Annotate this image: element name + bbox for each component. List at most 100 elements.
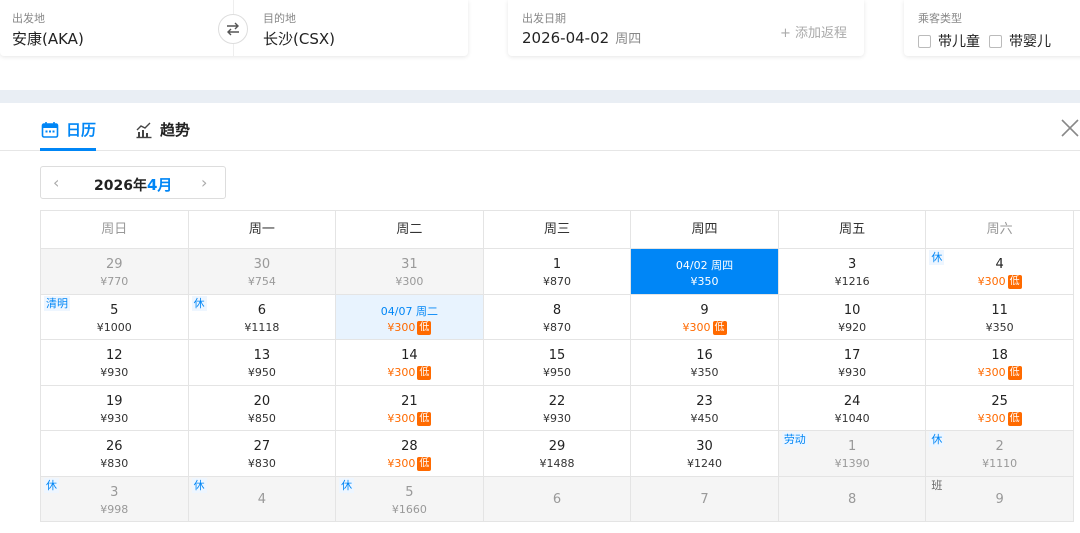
calendar-day[interactable]: 12 ¥930: [41, 340, 189, 386]
chevron-left-icon[interactable]: ‹: [53, 173, 59, 192]
calendar-day[interactable]: 29 ¥770: [41, 249, 189, 295]
calendar-week-row: 清明 5 ¥1000 休 6 ¥1118 04/07 周二 ¥300 低 8 ¥870 9 ¥300 低 1…: [41, 294, 1080, 340]
add-return-button[interactable]: + 添加返程: [780, 22, 847, 41]
day-price-row: ¥1240: [631, 457, 778, 470]
infant-checkbox[interactable]: 带婴儿: [989, 31, 1051, 51]
day-price: ¥300: [977, 411, 1006, 425]
calendar-day[interactable]: 10 ¥920: [778, 294, 927, 340]
tab-trend[interactable]: 趋势: [135, 119, 190, 140]
calendar-day[interactable]: 31 ¥300: [336, 249, 484, 295]
calendar-day[interactable]: 23 ¥450: [631, 385, 779, 431]
calendar-day[interactable]: 9 ¥300 低: [631, 294, 779, 340]
calendar-day[interactable]: 1 ¥870: [483, 249, 632, 295]
low-price-badge: 低: [417, 457, 432, 471]
calendar-day[interactable]: 25 ¥300 低: [926, 385, 1074, 431]
day-number: 19: [106, 393, 123, 409]
calendar-day[interactable]: 休 3 ¥998: [41, 476, 189, 522]
day-number: 04/02 周四: [675, 259, 734, 272]
calendar-day[interactable]: 清明 5 ¥1000: [41, 294, 189, 340]
calendar-day[interactable]: 19 ¥930: [41, 385, 189, 431]
calendar-day[interactable]: 18 ¥300 低: [926, 340, 1074, 386]
calendar-day[interactable]: 8 ¥870: [483, 294, 632, 340]
calendar-day[interactable]: 20 ¥850: [188, 385, 337, 431]
calendar-day[interactable]: 休 6 ¥1118: [188, 294, 337, 340]
close-icon[interactable]: [1060, 118, 1080, 138]
day-price: ¥920: [838, 320, 867, 334]
day-price: ¥830: [100, 457, 129, 470]
swap-button[interactable]: [218, 14, 248, 44]
day-price-row: ¥870: [484, 321, 631, 334]
day-price-row: ¥350: [926, 321, 1073, 334]
calendar-day[interactable]: 休4: [188, 476, 337, 522]
tab-trend-label: 趋势: [160, 121, 191, 139]
calendar-day-selected[interactable]: 04/02 周四 ¥350: [631, 249, 779, 295]
day-price-row: ¥350: [631, 366, 778, 379]
calendar-day[interactable]: 3 ¥1216: [778, 249, 927, 295]
calendar-day[interactable]: 16 ¥350: [631, 340, 779, 386]
calendar-day[interactable]: 21 ¥300 低: [336, 385, 484, 431]
calendar-day[interactable]: 04/07 周二 ¥300 低: [336, 294, 484, 340]
day-price: ¥998: [100, 502, 129, 516]
day-price-row: ¥770: [41, 275, 188, 288]
day-number: 1: [847, 439, 857, 454]
calendar-day[interactable]: 6: [483, 476, 632, 522]
origin-field[interactable]: 安康(AKA): [12, 28, 84, 49]
child-checkbox[interactable]: 带儿童: [918, 31, 980, 51]
calendar-day[interactable]: 22 ¥930: [483, 385, 632, 431]
weekday-mon: 周一: [188, 211, 337, 249]
calendar-day[interactable]: 7: [631, 476, 779, 522]
low-price-badge: 低: [1007, 275, 1022, 289]
day-price: ¥930: [542, 411, 571, 425]
day-number: 04/07 周二: [380, 304, 438, 318]
day-price-row: ¥300 低: [926, 366, 1073, 380]
calendar-day[interactable]: 14 ¥300 低: [336, 340, 484, 386]
day-number: 23: [696, 393, 713, 409]
route-card[interactable]: 出发地 安康(AKA) 目的地 长沙(CSX): [0, 0, 468, 56]
calendar-day[interactable]: 休 5 ¥1660: [336, 476, 484, 522]
child-label: 带儿童: [938, 34, 980, 50]
calendar-day[interactable]: 休 4 ¥300 低: [926, 249, 1074, 295]
day-price-row: ¥1118: [189, 321, 336, 334]
chevron-right-icon[interactable]: ›: [201, 173, 207, 192]
calendar-day[interactable]: 28 ¥300 低: [336, 431, 484, 477]
date-card[interactable]: 出发日期 2026-04-02 周四 + 添加返程: [508, 0, 864, 56]
day-number: 9: [995, 491, 1004, 507]
day-price-row: ¥930: [41, 366, 188, 379]
calendar-week-row: 19 ¥930 20 ¥850 21 ¥300 低 22 ¥930 23 ¥450 24 ¥1040 25…: [41, 385, 1080, 431]
day-price-row: ¥830: [189, 457, 336, 470]
calendar-day[interactable]: 8: [778, 476, 927, 522]
low-price-badge: 低: [712, 320, 727, 335]
calendar-day[interactable]: 24 ¥1040: [778, 385, 927, 431]
calendar-day[interactable]: 30 ¥754: [188, 249, 337, 295]
day-price: ¥930: [100, 411, 129, 425]
day-price: ¥1390: [834, 457, 870, 470]
calendar-day[interactable]: 15 ¥950: [483, 340, 632, 386]
calendar-week-row: 休 3 ¥998 休 4 休 5 ¥1660 6 7 8 班 9: [41, 476, 1080, 522]
calendar-day[interactable]: 30 ¥1240: [631, 431, 779, 477]
calendar-day[interactable]: 班9: [926, 476, 1074, 522]
day-price: ¥300: [387, 366, 416, 379]
swap-icon: [227, 22, 239, 36]
date-field[interactable]: 2026-04-02 周四: [522, 28, 641, 47]
calendar-day[interactable]: 13 ¥950: [188, 340, 337, 386]
calendar-day[interactable]: 休 2 ¥1110: [926, 431, 1074, 477]
day-price: ¥300: [977, 366, 1006, 379]
calendar-day[interactable]: 26 ¥830: [41, 431, 189, 477]
day-price-row: ¥870: [484, 275, 631, 288]
infant-label: 带婴儿: [1009, 34, 1051, 50]
tab-calendar[interactable]: 日历: [41, 119, 96, 140]
day-price: ¥1040: [834, 411, 870, 425]
day-price-row: ¥300: [336, 275, 483, 288]
calendar-day[interactable]: 11 ¥350: [926, 294, 1074, 340]
day-price-row: ¥1660: [336, 503, 483, 516]
calendar-day[interactable]: 27 ¥830: [188, 431, 337, 477]
day-price-row: ¥300 低: [336, 411, 483, 426]
calendar-day[interactable]: 17 ¥930: [778, 340, 927, 386]
calendar-day[interactable]: 29 ¥1488: [483, 431, 632, 477]
dest-field[interactable]: 长沙(CSX): [263, 28, 335, 49]
calendar-day[interactable]: 劳动 1 ¥1390: [778, 431, 927, 477]
day-number: 8: [552, 302, 562, 318]
day-price: ¥1000: [96, 320, 132, 334]
day-number: 30: [696, 439, 713, 454]
date-value: 2026-04-02: [522, 29, 610, 47]
